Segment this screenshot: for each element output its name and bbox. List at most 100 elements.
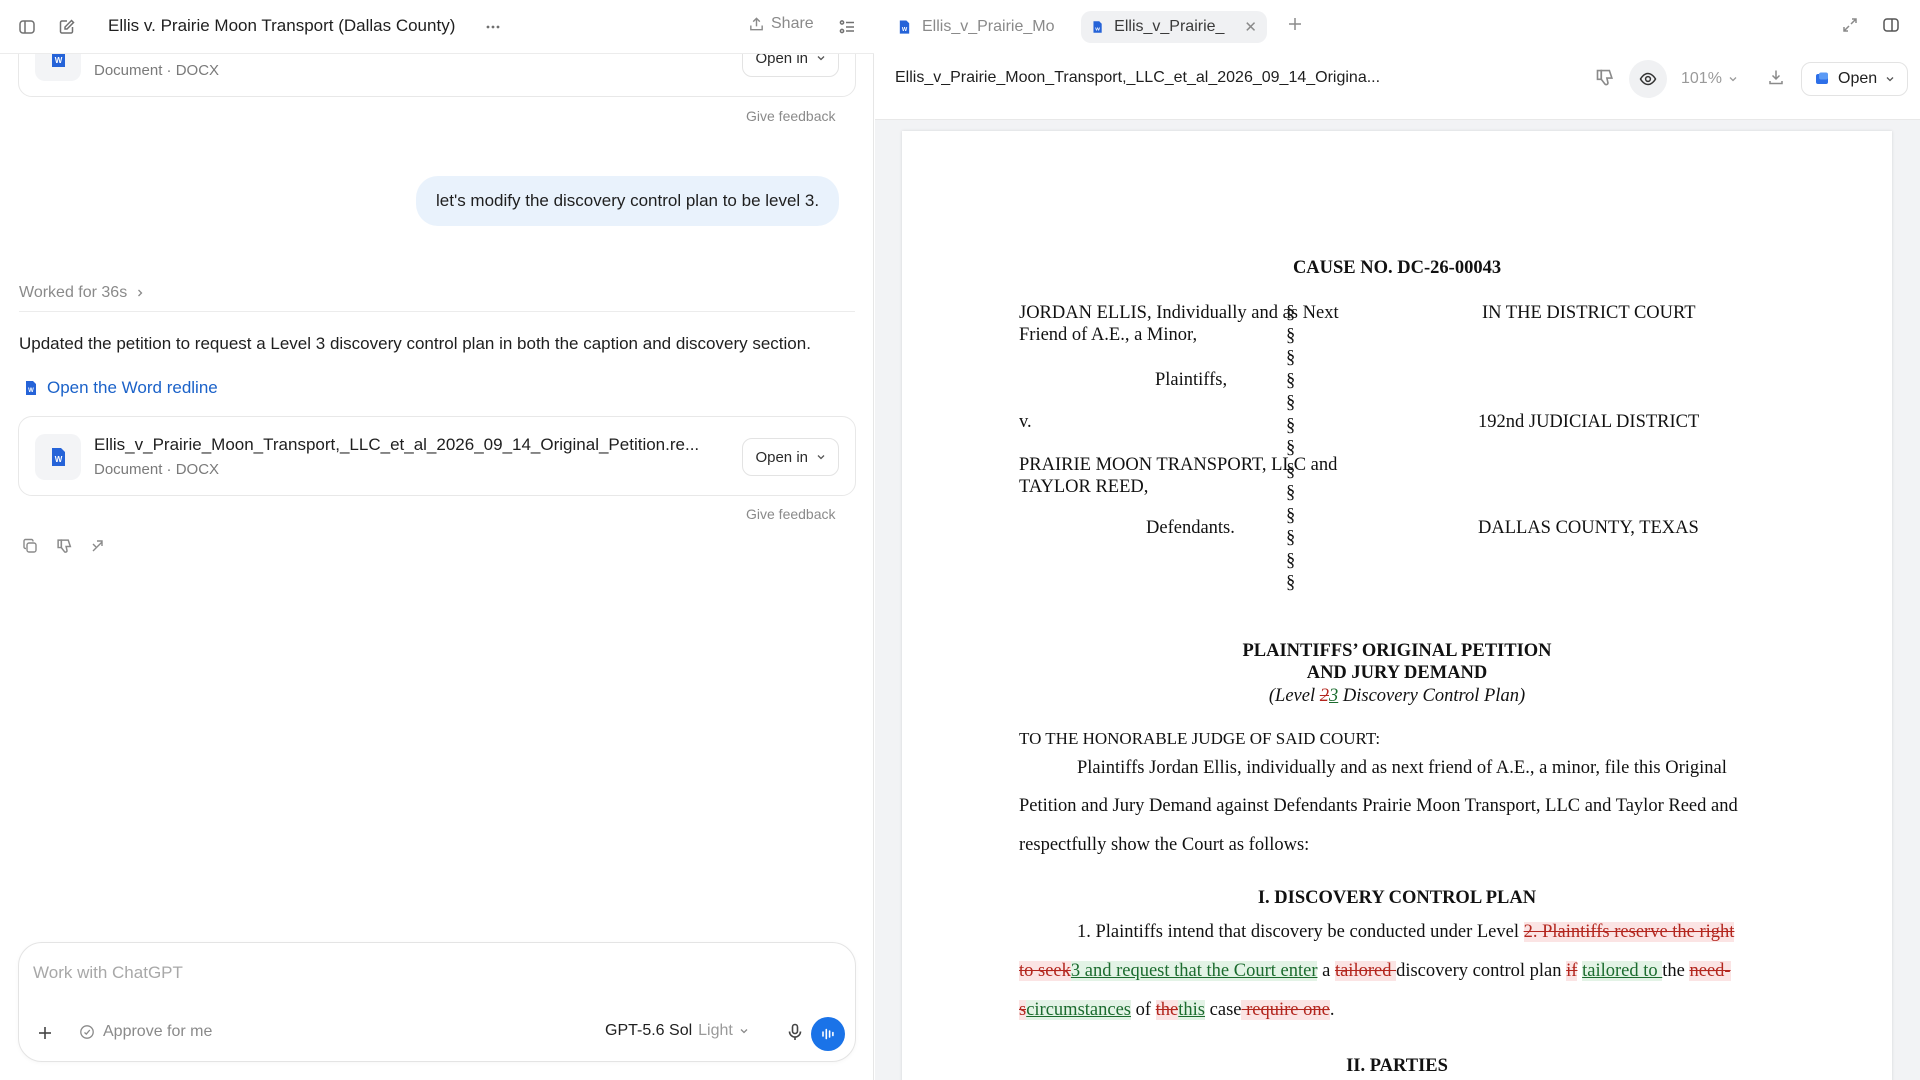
- new-tab-icon[interactable]: [1287, 16, 1303, 37]
- para-text: the: [1662, 961, 1690, 981]
- document-viewer-pane: W Ellis_v_Prairie_Mo W Ellis_v_Prairie_ …: [875, 0, 1920, 1080]
- toggle-panel-icon[interactable]: [1882, 16, 1900, 39]
- para-text: of: [1131, 1000, 1156, 1020]
- expand-icon[interactable]: [1841, 16, 1859, 39]
- chevron-down-icon: [1886, 77, 1894, 82]
- svg-text:W: W: [55, 56, 63, 65]
- share-icon: [750, 16, 763, 30]
- preview-eye-button[interactable]: [1629, 60, 1667, 98]
- approve-label: Approve for me: [103, 1023, 213, 1040]
- chat-title[interactable]: Ellis v. Prairie Moon Transport (Dallas …: [108, 16, 455, 36]
- caption-defendants-label: Defendants.: [1146, 518, 1235, 538]
- model-picker[interactable]: GPT-5.6 Sol Light: [605, 1022, 749, 1040]
- section-mark: §: [1286, 303, 1296, 323]
- salutation: TO THE HONORABLE JUDGE OF SAID COURT:: [1019, 729, 1381, 748]
- approve-for-me-button[interactable]: Approve for me: [79, 1023, 212, 1041]
- download-icon[interactable]: [1767, 68, 1785, 91]
- caption-county: DALLAS COUNTY, TEXAS: [1478, 518, 1699, 538]
- redline-deletion: the: [1155, 1000, 1179, 1020]
- redline-deletion: 2. Plaintiffs reserve the right: [1523, 922, 1735, 942]
- composer: Approve for me GPT-5.6 Sol Light: [18, 942, 856, 1062]
- caption-plaintiffs-label: Plaintiffs,: [1155, 370, 1228, 390]
- file-meta: Document · DOCX: [94, 461, 220, 478]
- redline-insertion: 3 and request that the Court enter: [1070, 961, 1318, 981]
- word-doc-icon: W: [26, 381, 36, 395]
- give-feedback-link[interactable]: Give feedback: [746, 506, 836, 522]
- redline-link-label: Open the Word redline: [47, 378, 218, 397]
- new-chat-icon[interactable]: [56, 16, 78, 38]
- tab-label: Ellis_v_Prairie_Mo: [922, 18, 1055, 35]
- worked-for-toggle[interactable]: Worked for 36s: [19, 284, 145, 302]
- file-card[interactable]: W Ellis_v_Prairie_Moon_Transport,_LLC_et…: [18, 416, 856, 496]
- para-text: 1. Plaintiffs intend that discovery be c…: [1077, 922, 1524, 942]
- prior-give-feedback-link[interactable]: Give feedback: [746, 108, 836, 124]
- section-mark: §: [1286, 348, 1296, 368]
- prior-file-meta: Document · DOCX: [94, 62, 220, 79]
- sidebar-toggle-icon[interactable]: [16, 16, 38, 38]
- open-in-app-button[interactable]: Open: [1801, 62, 1909, 96]
- para-text: discovery control plan: [1396, 961, 1567, 981]
- section-heading-discovery: I. DISCOVERY CONTROL PLAN: [1257, 888, 1537, 908]
- para1-line3: scircumstances of thethis case require o…: [1019, 1000, 1334, 1021]
- para-text: case: [1205, 1000, 1242, 1020]
- tab-label: Ellis_v_Prairie_: [1114, 18, 1225, 35]
- thumbs-down-icon[interactable]: [1595, 68, 1615, 93]
- intro-line3: respectfully show the Court as follows:: [1019, 835, 1310, 855]
- section-heading-parties: II. PARTIES: [1346, 1056, 1448, 1076]
- section-mark: §: [1286, 460, 1296, 481]
- model-mode: Light: [698, 1022, 733, 1039]
- redline-insertion: 3: [1329, 686, 1339, 706]
- svg-text:W: W: [55, 455, 63, 464]
- intro-line1: Plaintiffs Jordan Ellis, individually an…: [1077, 758, 1727, 778]
- chat-header: Ellis v. Prairie Moon Transport (Dallas …: [0, 0, 874, 54]
- voice-waveform-icon: [822, 1028, 834, 1040]
- section-mark: §: [1286, 550, 1296, 571]
- section-mark: §: [1286, 393, 1296, 413]
- file-name: Ellis_v_Prairie_Moon_Transport,_LLC_et_a…: [94, 435, 700, 454]
- worked-for-label: Worked for 36s: [19, 284, 128, 301]
- cause-number: CAUSE NO. DC-26-00043: [1292, 258, 1502, 278]
- chat-pane: Ellis v. Prairie Moon Transport (Dallas …: [0, 0, 874, 1080]
- task-list-icon[interactable]: [836, 16, 858, 38]
- divider: [19, 311, 855, 312]
- caption-defendant-line2: TAYLOR REED,: [1019, 477, 1149, 497]
- voice-mode-button[interactable]: [811, 1017, 845, 1051]
- word-doc-icon: W: [1093, 21, 1102, 33]
- petition-title-line1: PLAINTIFFS’ ORIGINAL PETITION: [1242, 641, 1552, 661]
- composer-input[interactable]: [33, 963, 833, 983]
- microphone-icon[interactable]: [785, 1022, 805, 1047]
- redline-deletion: 2: [1319, 686, 1329, 706]
- more-options-icon[interactable]: [482, 16, 504, 38]
- chevron-down-icon: [817, 455, 825, 460]
- level-suffix: Discovery Control Plan): [1338, 686, 1526, 706]
- chevron-down-icon: [1729, 77, 1737, 82]
- caption-court: IN THE DISTRICT COURT: [1482, 303, 1696, 323]
- section-mark: §: [1286, 483, 1296, 503]
- thumbs-down-icon[interactable]: [53, 535, 75, 557]
- section-mark: §: [1286, 528, 1296, 548]
- user-message-bubble: let's modify the discovery control plan …: [416, 176, 840, 226]
- section-mark: §: [1286, 573, 1296, 593]
- share-branch-icon[interactable]: [87, 535, 109, 557]
- intro-line2: Petition and Jury Demand against Defenda…: [1019, 796, 1738, 816]
- add-attachment-icon[interactable]: [33, 1021, 57, 1045]
- open-word-redline-link[interactable]: W Open the Word redline: [23, 378, 218, 398]
- open-in-label: Open in: [755, 448, 808, 466]
- section-mark: §: [1286, 505, 1296, 526]
- redline-insertion: circumstances: [1026, 1000, 1131, 1020]
- share-button[interactable]: Share: [748, 15, 814, 33]
- open-in-button[interactable]: Open in: [742, 438, 839, 476]
- section-mark: §: [1286, 415, 1296, 436]
- message-actions: [19, 535, 109, 557]
- redline-deletion: if: [1566, 961, 1578, 981]
- assistant-message: Updated the petition to request a Level …: [19, 334, 811, 353]
- redline-insertion: this: [1178, 1000, 1206, 1020]
- redline-deletion: to seek: [1019, 961, 1071, 981]
- section-mark: §: [1286, 325, 1296, 346]
- caption-plaintiff-line2: Friend of A.E., a Minor,: [1019, 325, 1198, 345]
- viewer-tab-active[interactable]: W Ellis_v_Prairie_ ✕: [1081, 11, 1267, 43]
- close-tab-icon[interactable]: ✕: [1244, 18, 1257, 36]
- viewer-tab[interactable]: W Ellis_v_Prairie_Mo: [887, 11, 1065, 43]
- zoom-selector[interactable]: 101%: [1681, 70, 1738, 88]
- copy-icon[interactable]: [19, 535, 41, 557]
